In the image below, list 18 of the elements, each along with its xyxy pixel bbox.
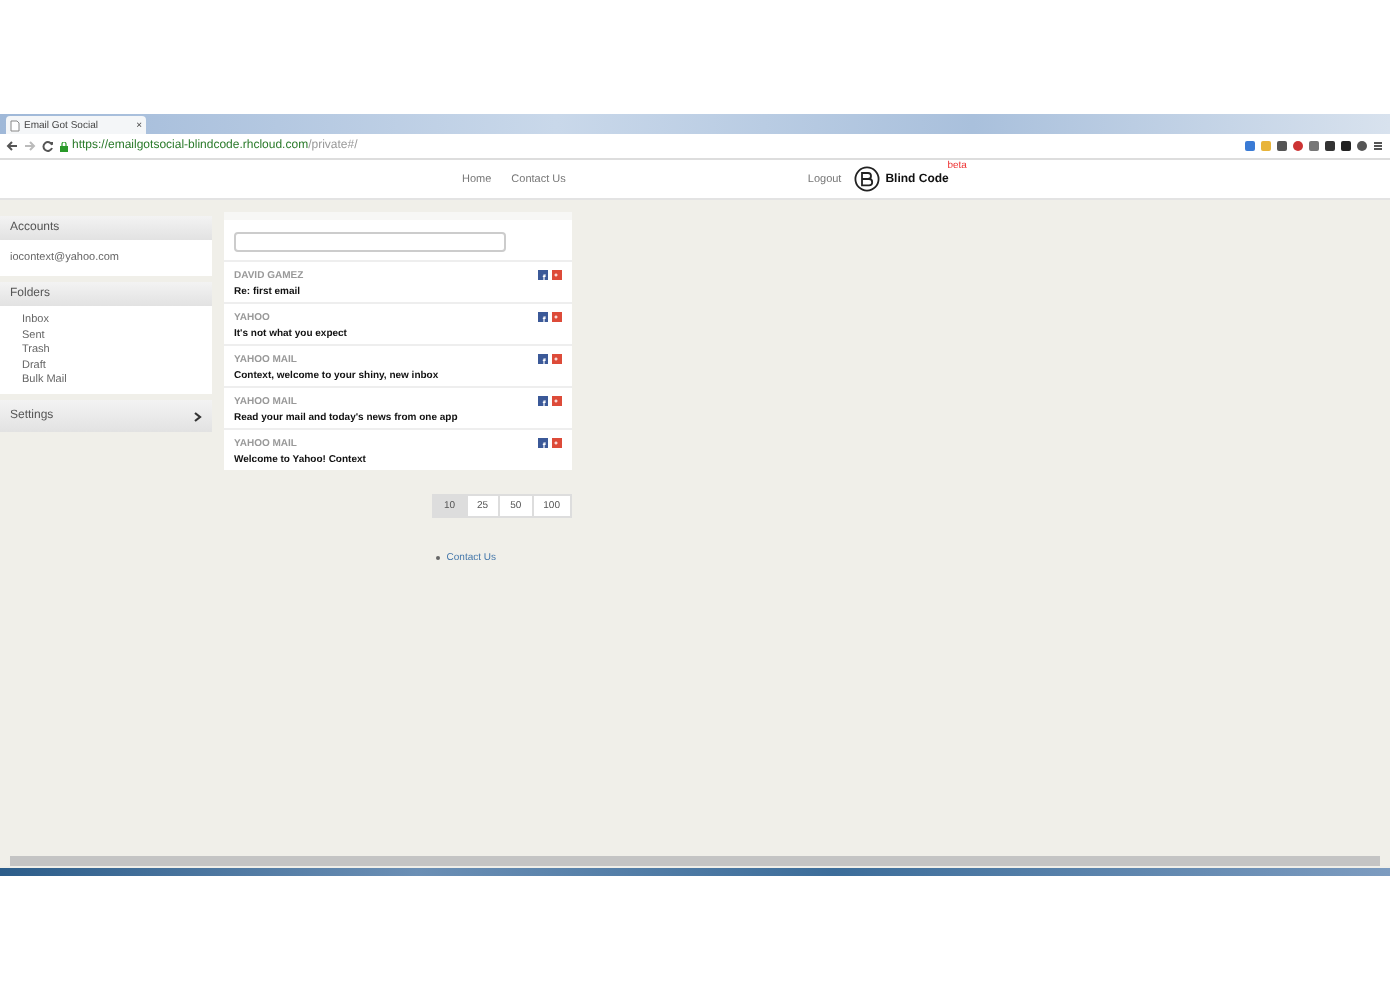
google-plus-icon[interactable] xyxy=(552,312,562,322)
horizontal-scrollbar[interactable] xyxy=(0,854,1390,868)
lock-icon xyxy=(60,141,68,151)
logo-icon xyxy=(853,166,880,192)
search-field[interactable] xyxy=(234,232,506,252)
chevron-right-icon xyxy=(194,411,202,421)
back-arrow-icon[interactable] xyxy=(6,140,18,152)
facebook-icon[interactable] xyxy=(538,396,548,406)
facebook-icon[interactable] xyxy=(538,270,548,280)
reload-icon[interactable] xyxy=(42,140,54,152)
facebook-icon[interactable] xyxy=(538,354,548,364)
google-plus-icon[interactable] xyxy=(552,438,562,448)
facebook-icon[interactable] xyxy=(538,438,548,448)
facebook-icon[interactable] xyxy=(538,312,548,322)
menu-icon[interactable] xyxy=(1372,140,1384,152)
google-plus-icon[interactable] xyxy=(552,270,562,280)
google-plus-icon[interactable] xyxy=(552,396,562,406)
google-plus-icon[interactable] xyxy=(552,354,562,364)
